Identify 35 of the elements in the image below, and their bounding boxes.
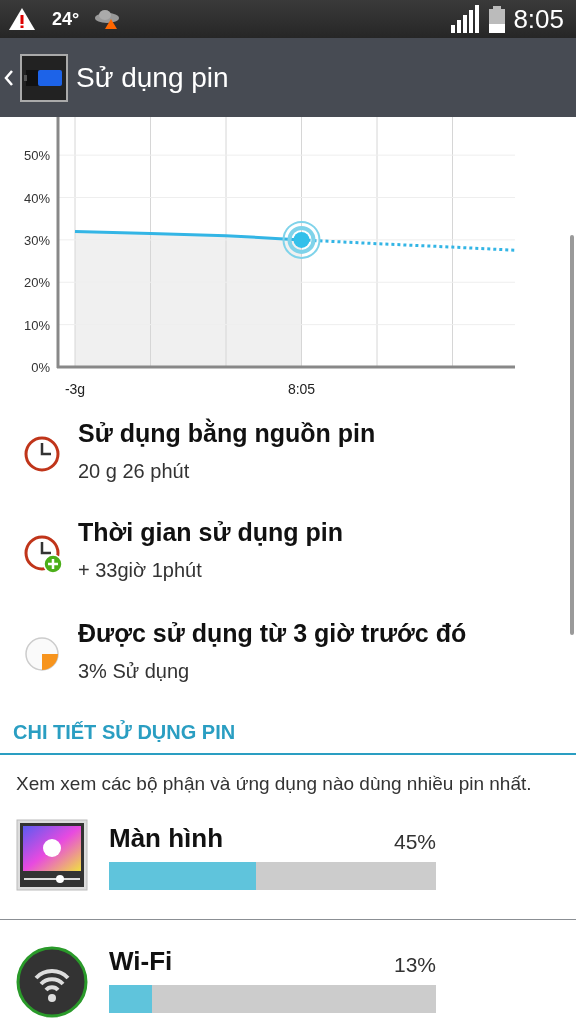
x-tick-label: 8:05 <box>287 381 316 397</box>
stat-title: Sử dụng bằng nguồn pin <box>78 420 376 448</box>
display-icon <box>16 818 88 891</box>
wifi-icon <box>16 945 88 1018</box>
temperature-text: 24° <box>52 7 80 31</box>
clock-text: 8:05 <box>513 2 564 36</box>
stat-title: Được sử dụng từ 3 giờ trước đó <box>78 620 467 648</box>
clock-plus-icon <box>22 533 62 573</box>
pie-chart-icon <box>22 634 62 674</box>
usage-name: Màn hình <box>109 821 224 855</box>
section-header: CHI TIẾT SỬ DỤNG PIN <box>0 709 576 755</box>
stat-title: Thời gian sử dụng pin <box>78 519 343 547</box>
usage-percent: 45% <box>393 829 436 856</box>
y-tick-label: 10% <box>23 317 50 333</box>
battery-icon <box>489 5 506 33</box>
battery-app-icon <box>20 53 68 102</box>
current-point-marker <box>282 220 321 259</box>
y-tick-label: 30% <box>23 232 50 248</box>
description-text: Xem xem các bộ phận và ứng dụng nào dùng nhiều pin nhất. <box>15 772 533 796</box>
clock-icon <box>22 434 62 474</box>
stat-value: + 33giờ 1phút <box>78 557 203 583</box>
screen-title: Sử dụng pin <box>76 60 229 95</box>
back-icon[interactable] <box>4 68 14 87</box>
stat-value: 20 g 26 phút <box>78 458 191 484</box>
y-tick-label: 50% <box>23 148 50 164</box>
usage-percent: 13% <box>393 952 436 979</box>
warning-icon <box>8 6 36 32</box>
stat-value: 3% Sử dụng <box>78 658 191 684</box>
usage-name: Wi-Fi <box>109 944 173 978</box>
y-tick-label: 20% <box>23 275 50 291</box>
y-tick-label: 0% <box>31 360 50 375</box>
y-tick-label: 40% <box>23 190 50 206</box>
weather-icon <box>93 7 122 31</box>
x-tick-label: -3g <box>64 381 86 397</box>
signal-icon <box>451 5 480 33</box>
